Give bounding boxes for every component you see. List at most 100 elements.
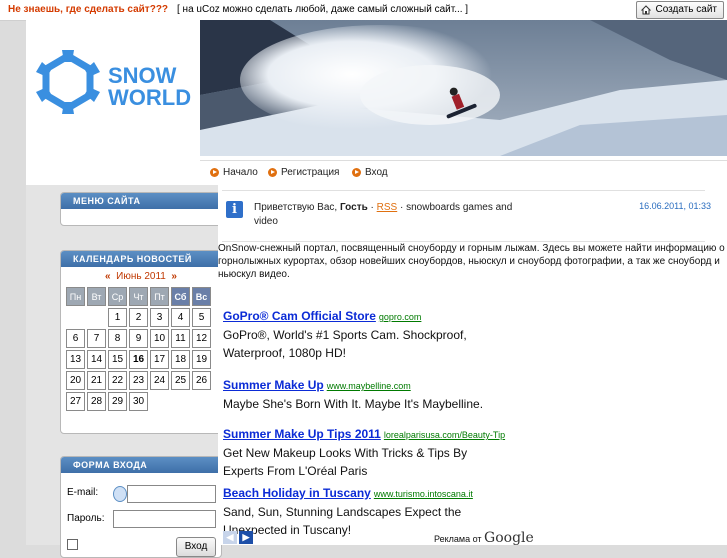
calendar-day: 17 <box>150 350 169 369</box>
calendar-day: 5 <box>192 308 211 327</box>
calendar-day: 10 <box>150 329 169 348</box>
logo-line-world: WORLD <box>108 85 192 110</box>
calendar-next-link[interactable]: » <box>171 271 177 282</box>
ad-item: GoPro® Cam Official Store gopro.com GoPro… <box>223 309 523 362</box>
welcome-user: Гость <box>339 202 368 213</box>
main-nav: Начало Регистрация Вход <box>200 160 727 187</box>
snowflake-logo-icon <box>36 50 100 114</box>
ads-by-google[interactable]: Реклама от Google <box>434 530 534 546</box>
page: SNOW WORLD Начало Регистрация Вход МЕНЮ … <box>26 20 727 558</box>
arrow-icon <box>268 168 277 177</box>
logo-line-snow: SNOW <box>108 63 177 88</box>
ad-url-link[interactable]: gopro.com <box>379 312 422 322</box>
calendar-day: 29 <box>108 392 127 411</box>
site-menu-block: МЕНЮ САЙТА <box>60 192 222 226</box>
nav-item-home[interactable]: Начало <box>210 167 258 178</box>
calendar-prev-link[interactable]: « <box>105 271 111 282</box>
create-site-label: Создать сайт <box>655 4 717 15</box>
calendar-day: 3 <box>150 308 169 327</box>
login-form-title: ФОРМА ВХОДА <box>61 457 221 473</box>
calendar-day: 26 <box>192 371 211 390</box>
welcome-panel: i Приветствую Вас, Гость · RSS · snowboa… <box>222 190 711 242</box>
calendar-day: 7 <box>87 329 106 348</box>
ads-by-prefix: Реклама от <box>434 534 482 544</box>
main-content: i Приветствую Вас, Гость · RSS · snowboa… <box>218 186 727 546</box>
logo-text: SNOW WORLD <box>108 65 191 109</box>
calendar-grid: Пн Вт Ср Чт Пт Сб Вс 1 2 3 4 5 6 7 8 9 10 11 12 13 14 15 16 17… <box>64 285 213 413</box>
news-calendar-title: КАЛЕНДАРЬ НОВОСТЕЙ <box>61 251 221 267</box>
ad-description: Maybe She's Born With It. Maybe It's May… <box>223 397 484 411</box>
ad-url-link[interactable]: www.maybelline.com <box>327 381 411 391</box>
calendar-day: 13 <box>66 350 85 369</box>
arrow-icon <box>210 168 219 177</box>
calendar-day: 30 <box>129 392 148 411</box>
calendar-day: 2 <box>129 308 148 327</box>
calendar-weekday: Сб <box>171 287 190 306</box>
ad-title-link[interactable]: Summer Make Up <box>223 378 324 392</box>
calendar-empty-cell <box>87 308 106 327</box>
calendar-weekday: Пт <box>150 287 169 306</box>
login-submit-button[interactable]: Вход <box>176 537 216 557</box>
calendar-day: 19 <box>192 350 211 369</box>
welcome-text: Приветствую Вас, Гость · RSS · snowboard… <box>254 201 524 229</box>
calendar-empty-cell <box>192 392 211 411</box>
password-field[interactable] <box>113 510 216 528</box>
ad-title-link[interactable]: GoPro® Cam Official Store <box>223 309 376 323</box>
rss-link[interactable]: RSS <box>377 202 398 213</box>
password-label: Пароль: <box>67 513 105 524</box>
calendar-day: 24 <box>150 371 169 390</box>
calendar-day: 6 <box>66 329 85 348</box>
calendar-empty-cell <box>171 392 190 411</box>
welcome-date: 16.06.2011, 01:33 <box>639 201 711 211</box>
logo[interactable]: SNOW WORLD <box>26 20 200 185</box>
calendar-month-nav: « Июнь 2011 » <box>61 271 221 282</box>
intro-text: OnSnow-снежный портал, посвященный сноуб… <box>218 243 725 280</box>
ucoz-slogan: [ на uCoz можно сделать любой, даже самы… <box>177 4 469 15</box>
arrow-icon <box>352 168 361 177</box>
calendar-day: 25 <box>171 371 190 390</box>
ad-item: Summer Make Up www.maybelline.com Maybe S… <box>223 378 523 413</box>
email-field[interactable] <box>127 485 216 503</box>
calendar-empty-cell <box>66 308 85 327</box>
ad-url-link[interactable]: lorealparisusa.com/Beauty-Tip <box>384 430 505 440</box>
ad-title-link[interactable]: Summer Make Up Tips 2011 <box>223 427 381 441</box>
calendar-weekday: Вс <box>192 287 211 306</box>
ucoz-question-link[interactable]: Не знаешь, где сделать сайт??? <box>8 4 168 15</box>
nav-item-login[interactable]: Вход <box>352 167 388 178</box>
ad-item: Summer Make Up Tips 2011 lorealparisusa.c… <box>223 427 543 480</box>
ad-url-link[interactable]: www.turismo.intoscana.it <box>374 489 473 499</box>
calendar-day: 9 <box>129 329 148 348</box>
calendar-day: 28 <box>87 392 106 411</box>
ad-description: Get New Makeup Looks With Tricks & Tips … <box>223 446 468 478</box>
header-banner-image <box>200 20 727 156</box>
nav-item-register[interactable]: Регистрация <box>268 167 339 178</box>
calendar-day: 12 <box>192 329 211 348</box>
calendar-weekday: Чт <box>129 287 148 306</box>
info-icon: i <box>226 201 243 218</box>
ad-prev-button[interactable]: ◀ <box>223 531 237 544</box>
create-site-button[interactable]: Создать сайт <box>636 1 724 19</box>
openid-icon[interactable] <box>113 486 127 502</box>
calendar-day: 20 <box>66 371 85 390</box>
welcome-separator: · <box>400 202 404 213</box>
nav-register-label: Регистрация <box>281 167 340 178</box>
email-label: E-mail: <box>67 487 99 498</box>
ad-next-button[interactable]: ▶ <box>239 531 253 544</box>
calendar-day: 27 <box>66 392 85 411</box>
calendar-day: 18 <box>171 350 190 369</box>
calendar-weekday: Ср <box>108 287 127 306</box>
calendar-day: 16 <box>129 350 148 369</box>
calendar-day: 15 <box>108 350 127 369</box>
calendar-day: 21 <box>87 371 106 390</box>
welcome-separator: · <box>370 202 374 213</box>
calendar-month-label: Июнь 2011 <box>116 271 166 282</box>
calendar-weekday: Пн <box>66 287 85 306</box>
google-brand: Google <box>484 530 534 546</box>
top-bar: Не знаешь, где сделать сайт??? [ на uCoz… <box>0 0 727 21</box>
home-icon <box>641 5 652 15</box>
site-menu-title: МЕНЮ САЙТА <box>61 193 221 209</box>
welcome-greeting: Приветствую Вас, <box>254 202 338 213</box>
calendar-day: 4 <box>171 308 190 327</box>
ad-title-link[interactable]: Beach Holiday in Tuscany <box>223 486 371 500</box>
calendar-day: 23 <box>129 371 148 390</box>
